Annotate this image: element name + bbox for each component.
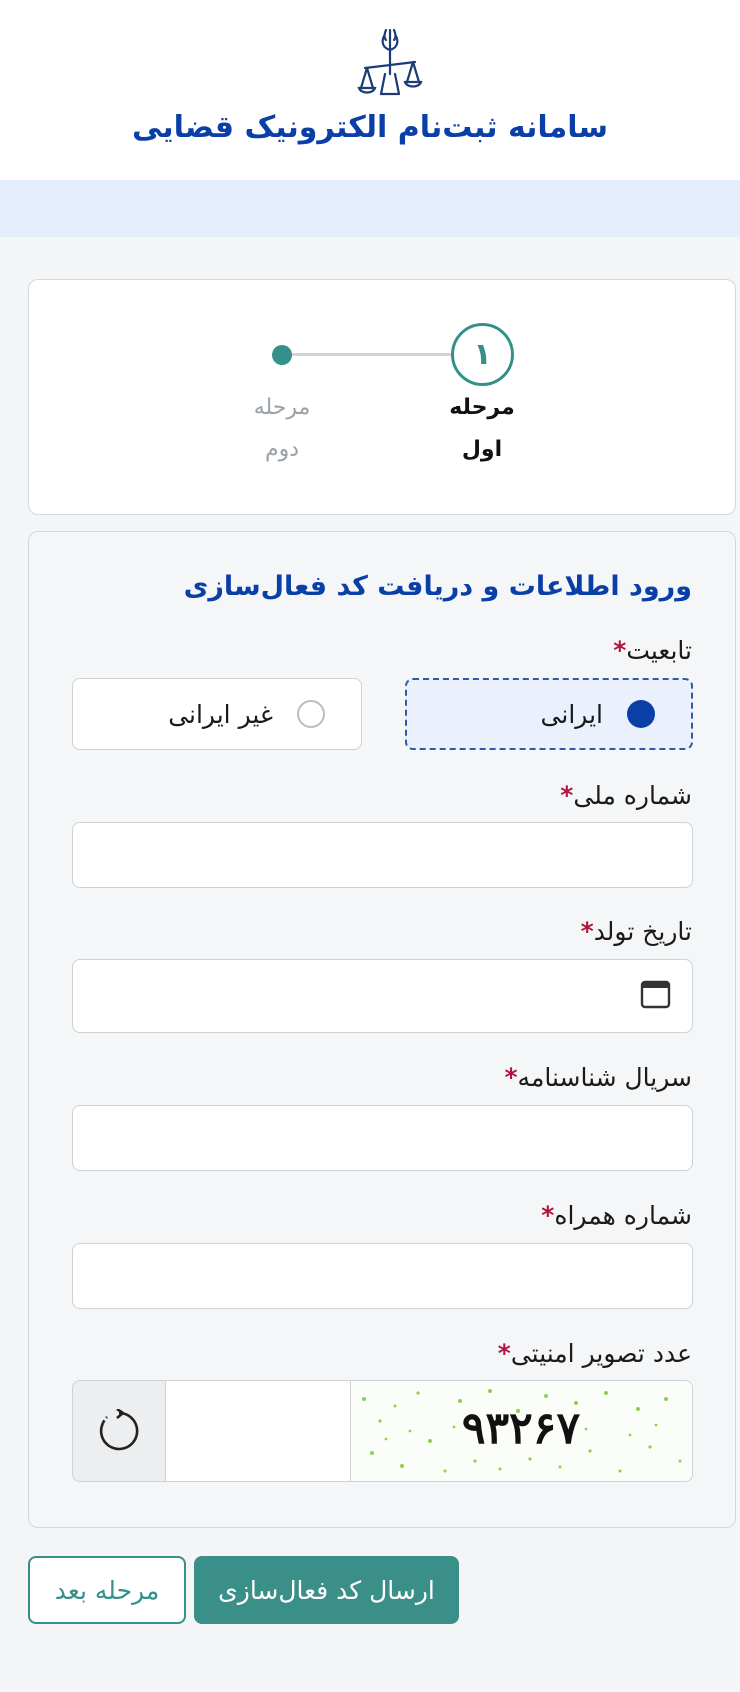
id-serial-label-text: سریال شناسنامه: [517, 1063, 692, 1092]
nationality-option-iranian[interactable]: ایرانی: [405, 678, 693, 750]
next-step-button[interactable]: مرحله بعد: [28, 1556, 186, 1624]
id-serial-label: سریال شناسنامه*: [498, 1063, 692, 1092]
birth-date-input[interactable]: [72, 959, 693, 1033]
nationality-option-non-iranian[interactable]: غیر ایرانی: [72, 678, 362, 750]
captcha-image: ۹۳۲۶۷: [350, 1381, 692, 1481]
nationality-label-text: تابعیت: [626, 636, 692, 665]
step-1-indicator: ۱: [451, 323, 514, 386]
nationality-option-iranian-label: ایرانی: [540, 699, 603, 729]
step-1-number: ۱: [473, 337, 492, 372]
step-1-label-line2: اول: [461, 437, 503, 462]
required-mark: *: [613, 636, 627, 665]
judiciary-scales-emblem-icon: [357, 28, 423, 96]
required-mark: *: [580, 917, 594, 946]
info-band: [0, 180, 740, 237]
nationality-label: تابعیت*: [607, 636, 692, 665]
required-mark: *: [541, 1201, 555, 1230]
stepper-card: [28, 279, 736, 515]
captcha-label: عدد تصویر امنیتی*: [492, 1339, 692, 1368]
mobile-input[interactable]: [72, 1243, 693, 1309]
required-mark: *: [504, 1063, 518, 1092]
required-mark: *: [497, 1339, 511, 1368]
birth-date-label-text: تاریخ تولد: [593, 917, 692, 946]
step-2-label: مرحله دوم: [222, 387, 342, 471]
step-1-label-line1: مرحله: [449, 395, 515, 420]
calendar-icon[interactable]: [640, 979, 671, 1009]
captcha-label-text: عدد تصویر امنیتی: [510, 1339, 692, 1368]
send-activation-code-button[interactable]: ارسال کد فعال‌سازی: [194, 1556, 459, 1624]
site-title: سامانه ثبت‌نام الکترونیک قضایی: [131, 110, 609, 145]
radio-selected-icon: [627, 700, 655, 728]
refresh-icon: [99, 1409, 139, 1451]
step-2-label-line1: مرحله: [253, 395, 311, 420]
captcha-refresh-button[interactable]: [73, 1381, 165, 1481]
radio-unselected-icon: [297, 700, 325, 728]
national-id-label-text: شماره ملی: [573, 781, 692, 810]
stepper-connector: [282, 353, 452, 356]
step-2-indicator: [272, 345, 292, 365]
national-id-input[interactable]: [72, 822, 693, 888]
mobile-label: شماره همراه*: [535, 1201, 692, 1230]
birth-date-label: تاریخ تولد*: [575, 917, 692, 946]
site-header: سامانه ثبت‌نام الکترونیک قضایی: [0, 0, 740, 180]
nationality-option-non-iranian-label: غیر ایرانی: [168, 699, 273, 729]
national-id-label: شماره ملی*: [554, 781, 692, 810]
mobile-label-text: شماره همراه: [554, 1201, 692, 1230]
step-2-label-line2: دوم: [264, 437, 300, 462]
id-serial-input[interactable]: [72, 1105, 693, 1171]
form-section-title: ورود اطلاعات و دریافت کد فعال‌سازی: [183, 571, 692, 602]
required-mark: *: [560, 781, 574, 810]
captcha-group: ۹۳۲۶۷: [72, 1380, 693, 1482]
captcha-digits: ۹۳۲۶۷: [461, 1403, 581, 1454]
step-1-label: مرحله اول: [422, 387, 542, 471]
captcha-input[interactable]: [165, 1381, 351, 1481]
